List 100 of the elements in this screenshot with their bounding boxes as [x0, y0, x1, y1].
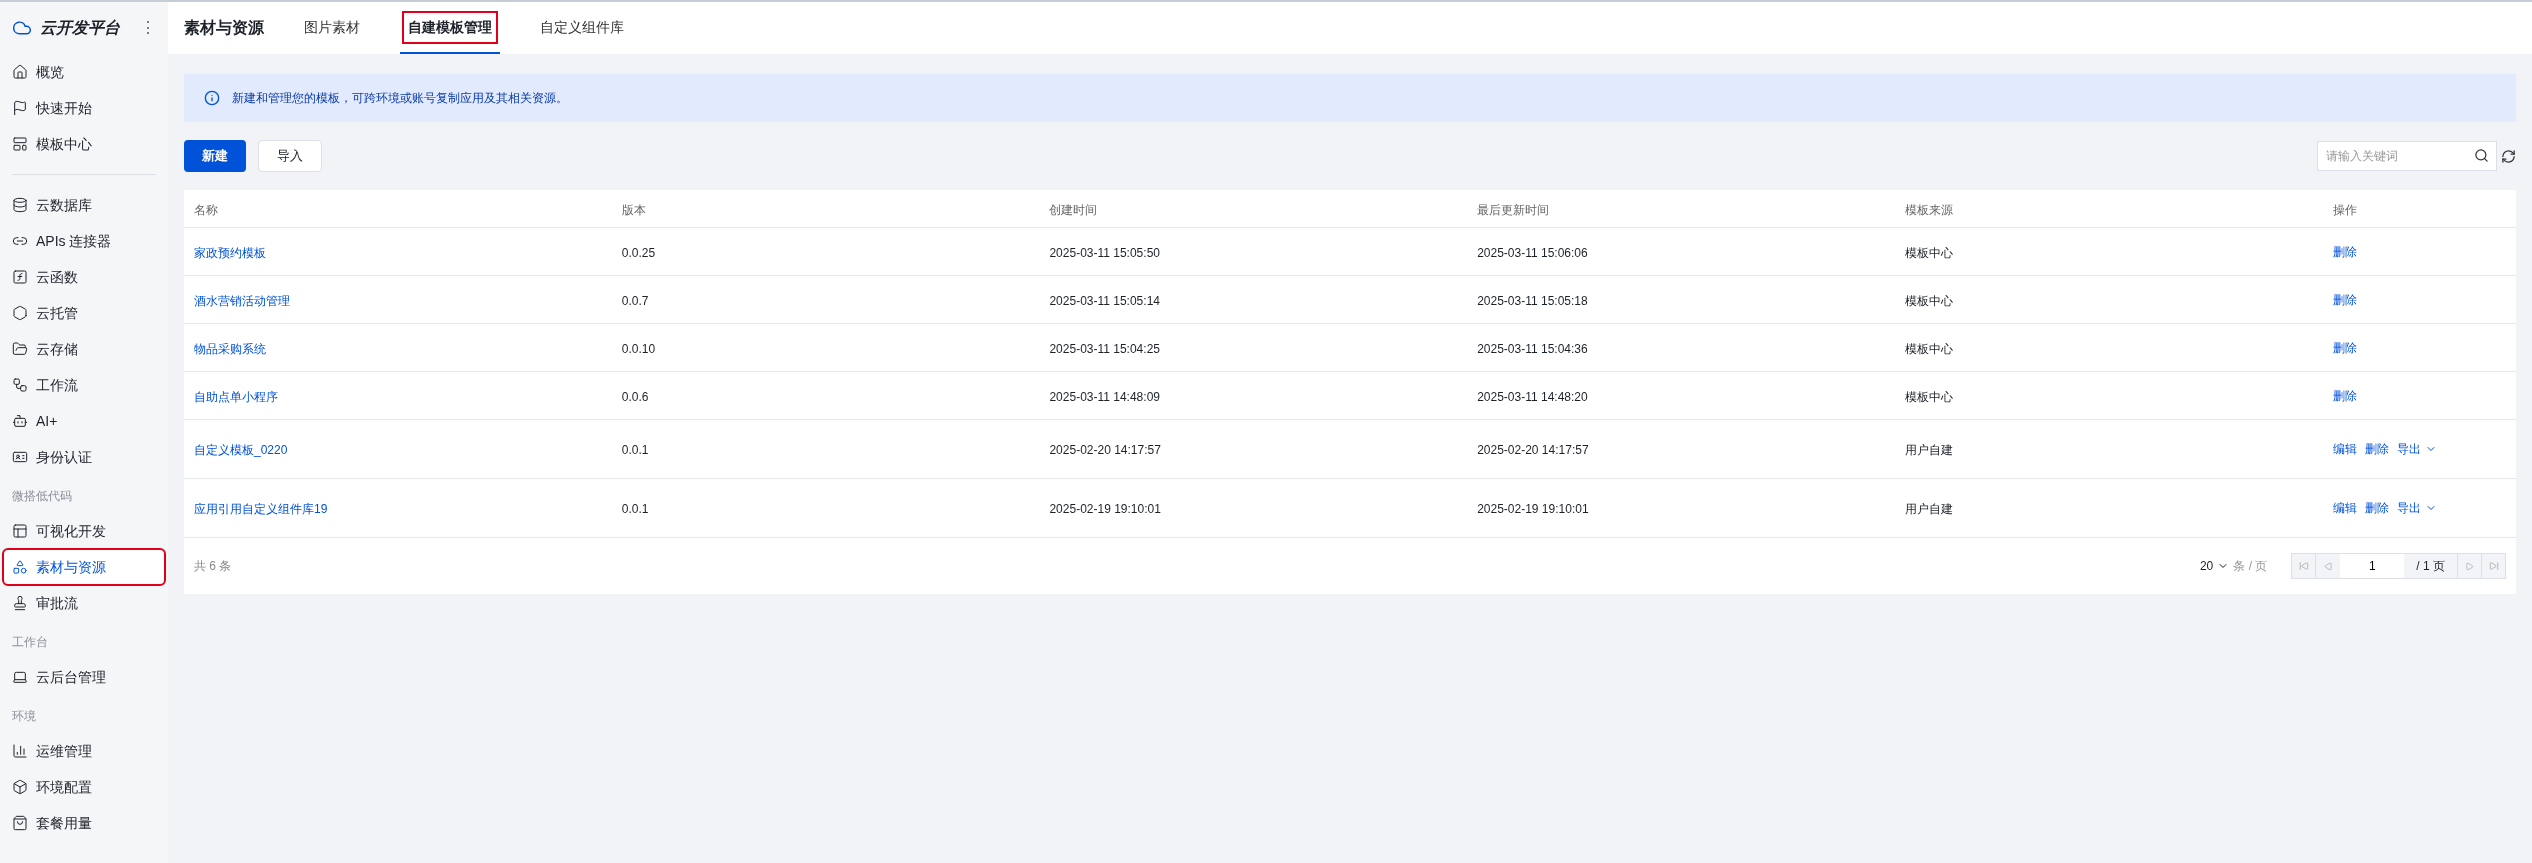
- search-field[interactable]: 请输入关键词: [2317, 141, 2497, 171]
- secondary-button[interactable]: 导入: [258, 140, 322, 172]
- cube-icon: [12, 779, 28, 795]
- table-cell: 模板中心: [1904, 341, 1953, 356]
- function-icon: [12, 269, 28, 285]
- sidebar-item[interactable]: 模板中心: [4, 127, 164, 161]
- annotation-frame: 图片素材: [300, 12, 364, 42]
- table-cell: 用户自建: [1904, 443, 1953, 457]
- template-name-link[interactable]: 自助点单小程序: [194, 389, 278, 404]
- sidebar-item[interactable]: 审批流: [4, 586, 164, 620]
- sidebar-item[interactable]: 套餐用量: [4, 806, 164, 840]
- cloud-logo-icon: [12, 18, 32, 38]
- refresh-icon[interactable]: [2501, 148, 2516, 164]
- table-cell: 2025-03-11 15:06:06: [1477, 245, 1588, 260]
- page-title: 素材与资源: [184, 18, 264, 38]
- layout-icon: [12, 523, 28, 539]
- table-cell: 2025-03-11 14:48:09: [1049, 389, 1160, 404]
- info-icon: [204, 90, 220, 106]
- tab[interactable]: 自建模板管理: [400, 2, 500, 54]
- primary-button[interactable]: 新建: [184, 140, 246, 172]
- annotation-frame: 自定义组件库: [536, 12, 628, 42]
- sidebar-item[interactable]: 云函数: [4, 260, 164, 294]
- sidebar-item[interactable]: 工作流: [4, 368, 164, 402]
- table-cell: 0.0.1: [621, 502, 649, 516]
- action-link[interactable]: 删除: [2332, 290, 2357, 309]
- action-link[interactable]: 删除: [2332, 242, 2357, 261]
- sidebar-item[interactable]: 云后台管理: [4, 660, 164, 694]
- template-name-link[interactable]: 自定义模板_0220: [194, 443, 288, 457]
- id-card-icon: [12, 449, 28, 465]
- sidebar-item[interactable]: 云存储: [4, 332, 164, 366]
- robot-icon: [12, 413, 28, 429]
- tab[interactable]: 图片素材: [296, 2, 368, 54]
- sidebar-section-label: 工作台: [11, 634, 49, 651]
- table-cell: 用户自建: [1904, 502, 1953, 516]
- sidebar-item[interactable]: 概览: [4, 55, 164, 89]
- template-name-link[interactable]: 家政预约模板: [194, 245, 266, 260]
- column-header: 模板来源: [1904, 202, 1953, 217]
- page-size-select[interactable]: 20: [2199, 557, 2230, 575]
- table-cell: 模板中心: [1904, 293, 1953, 308]
- template-name-link[interactable]: 应用引用自定义组件库19: [194, 502, 328, 516]
- table-cell: 0.0.1: [621, 443, 649, 457]
- flag-icon: [12, 100, 28, 116]
- table-cell: 0.0.6: [621, 389, 649, 404]
- sidebar-item[interactable]: 可视化开发: [4, 514, 164, 548]
- table-cell: 2025-02-19 19:10:01: [1477, 502, 1589, 516]
- column-header: 名称: [194, 202, 218, 217]
- action-link[interactable]: 删除: [2332, 338, 2357, 357]
- tab[interactable]: 自定义组件库: [532, 2, 632, 54]
- table-cell: 模板中心: [1904, 389, 1953, 404]
- total-count: 共 6 条: [194, 558, 232, 575]
- table-cell: 0.0.25: [621, 245, 656, 260]
- sidebar-section-label: 环境: [11, 708, 37, 725]
- template-name-link[interactable]: 物品采购系统: [194, 341, 266, 356]
- hexagon-icon: [12, 305, 28, 321]
- sidebar-item[interactable]: 运维管理: [4, 734, 164, 768]
- template-name-link[interactable]: 酒水营销活动管理: [194, 293, 290, 308]
- table-cell: 模板中心: [1904, 245, 1953, 260]
- table-cell: 2025-03-11 15:05:18: [1477, 293, 1588, 308]
- action-link[interactable]: 编辑: [2332, 440, 2357, 458]
- sidebar-item[interactable]: 身份认证: [4, 440, 164, 474]
- sidebar-item[interactable]: 云数据库: [4, 188, 164, 222]
- export-dropdown[interactable]: 导出: [2396, 499, 2437, 517]
- table-cell: 2025-03-11 15:04:36: [1477, 341, 1588, 356]
- table-cell: 2025-03-11 15:04:25: [1049, 341, 1160, 356]
- workflow-icon: [12, 377, 28, 393]
- table-cell: 2025-03-11 15:05:50: [1049, 245, 1160, 260]
- sidebar-item[interactable]: 素材与资源: [4, 550, 164, 584]
- column-header: 最后更新时间: [1477, 202, 1550, 217]
- export-dropdown[interactable]: 导出: [2396, 440, 2437, 458]
- sidebar-item[interactable]: APIs 连接器: [4, 224, 164, 258]
- table-cell: 2025-03-11 15:05:14: [1049, 293, 1160, 308]
- bar-chart-icon: [12, 743, 28, 759]
- sidebar-section-label: 微搭低代码: [11, 488, 73, 505]
- table-cell: 2025-02-20 14:17:57: [1477, 443, 1589, 457]
- database-icon: [12, 197, 28, 213]
- info-text: 新建和管理您的模板，可跨环境或账号复制应用及其相关资源。: [232, 90, 568, 107]
- sidebar-item[interactable]: 快速开始: [4, 91, 164, 125]
- page-size-unit: 条 / 页: [2233, 558, 2268, 575]
- table-cell: 0.0.7: [621, 293, 649, 308]
- sidebar-item[interactable]: AI+: [4, 404, 164, 438]
- bag-icon: [12, 815, 28, 831]
- annotation-frame: 自建模板管理: [404, 12, 496, 42]
- sidebar-item[interactable]: 环境配置: [4, 770, 164, 804]
- home-icon: [12, 64, 28, 80]
- table-cell: 0.0.10: [621, 341, 656, 356]
- column-header: 版本: [621, 202, 646, 217]
- table-cell: 2025-03-11 14:48:20: [1477, 389, 1588, 404]
- sidebar-item[interactable]: 云托管: [4, 296, 164, 330]
- shapes-icon: [12, 559, 28, 575]
- action-link[interactable]: 删除: [2364, 499, 2389, 517]
- more-button[interactable]: ⋮: [140, 16, 156, 40]
- action-link[interactable]: 删除: [2364, 440, 2389, 458]
- action-link[interactable]: 删除: [2332, 386, 2357, 405]
- column-header: 创建时间: [1049, 202, 1098, 217]
- folder-icon: [12, 341, 28, 357]
- search-icon[interactable]: [2474, 148, 2489, 163]
- table-cell: 2025-02-20 14:17:57: [1049, 443, 1161, 457]
- action-link[interactable]: 编辑: [2332, 499, 2357, 517]
- stamp-icon: [12, 595, 28, 611]
- table-cell: 2025-02-19 19:10:01: [1049, 502, 1161, 516]
